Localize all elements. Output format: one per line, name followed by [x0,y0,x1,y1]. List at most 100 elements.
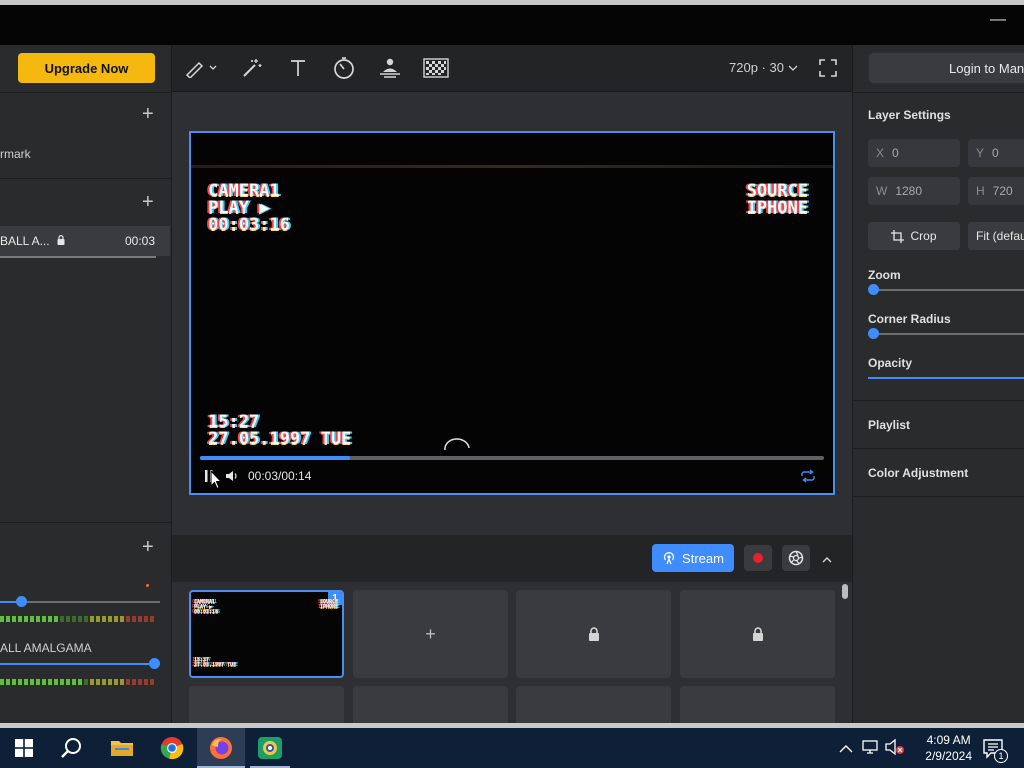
notification-center-icon[interactable]: 1 [982,738,1008,767]
opacity-slider-fill[interactable] [868,377,1024,379]
playlist-section[interactable]: Playlist [852,400,1024,448]
fit-mode-select[interactable]: Fit (default) [968,222,1024,250]
locked-scene-tile[interactable] [353,686,508,723]
add-layer-plus-icon[interactable]: + [142,104,154,124]
zoom-slider-knob[interactable] [868,284,879,295]
presenter-icon[interactable] [376,54,404,82]
meter-segment [120,679,124,685]
manycam-icon[interactable] [246,728,294,768]
meter-segment [24,616,28,622]
meter-segment [132,616,136,622]
source-list-item[interactable]: BALL A... 00:03 [0,226,170,256]
file-explorer-icon[interactable] [98,728,146,768]
pen-icon[interactable] [183,54,221,82]
locked-scene-tile[interactable] [680,590,835,678]
h-value: 720 [992,184,1013,198]
add-source-plus-icon[interactable]: + [142,192,154,212]
y-position-field[interactable]: Y 0 [968,139,1024,167]
playback-time: 00:03/00:14 [248,469,312,483]
title-bar [0,5,1024,45]
meter-segment [60,679,64,685]
meter-segment [108,679,112,685]
login-button[interactable]: Login to Manycam [869,53,1024,83]
upgrade-now-button[interactable]: Upgrade Now [18,53,155,83]
meter-segment [0,616,4,622]
chevron-up-icon[interactable] [821,552,833,570]
video-preview[interactable]: CAMERA1 PLAY ▶ 00:03:16 SOURCE IPHONE 15… [189,131,835,495]
meter-segment [78,679,82,685]
corner-radius-slider-track[interactable] [873,333,1024,335]
firefox-icon[interactable] [197,728,245,768]
divider [0,92,172,93]
meter-segment [132,679,136,685]
corner-radius-label: Corner Radius [868,312,951,326]
divider [0,522,172,523]
scene-tile-active[interactable]: 1 CAMERA1 PLAY ▶ 00:03:16 SOURCE IPHONE … [189,590,344,678]
snapshot-button[interactable] [782,545,810,571]
resolution-select[interactable]: 720p · 30 [729,60,798,75]
master-volume-knob[interactable] [16,596,27,607]
volume-icon[interactable] [225,469,240,488]
chevron-up-tray-icon[interactable] [839,741,853,759]
x-position-field[interactable]: X 0 [868,139,960,167]
add-audio-plus-icon[interactable]: + [142,537,154,557]
meter-segment [60,616,64,622]
corner-radius-slider-knob[interactable] [868,328,879,339]
record-button[interactable] [744,545,772,571]
windows-start-icon[interactable] [0,728,48,768]
locked-scene-tile[interactable] [516,686,671,723]
source-volume-knob[interactable] [149,658,160,669]
locked-scene-tile[interactable] [680,686,835,723]
color-adjustment-section[interactable]: Color Adjustment [852,448,1024,496]
add-scene-plus-icon: + [425,624,436,644]
chrome-icon[interactable] [148,728,196,768]
shutter-icon [788,550,804,566]
playback-progress-fill [200,456,350,460]
minimize-button[interactable]: — [990,12,1006,28]
timer-icon[interactable] [330,54,358,82]
vhs-scanline [191,165,833,168]
meter-segment [12,679,16,685]
meter-segment [90,679,94,685]
zoom-slider-track[interactable] [873,289,1024,291]
layer-item-label[interactable]: rmark [0,147,31,161]
fit-mode-value: Fit (default) [976,229,1024,243]
meter-segment [96,679,100,685]
fullscreen-icon[interactable] [818,58,838,83]
system-clock[interactable]: 4:09 AM 2/9/2024 [925,732,972,764]
meter-segment [138,616,142,622]
meter-segment [96,616,100,622]
meter-segment [12,616,16,622]
meter-segment [144,679,148,685]
scene-thumb-date: 15:27 27.05.1997 TUE [194,658,236,668]
meter-segment [48,616,52,622]
thumb-timecode: 00:03:16 [194,609,219,615]
meter-segment [120,616,124,622]
thumb-date-line: 27.05.1997 TUE [194,662,237,668]
text-icon[interactable] [284,54,312,82]
meter-segment [126,679,130,685]
vhs-source-info: SOURCE IPHONE [747,183,808,217]
meter-segment [114,616,118,622]
loop-icon[interactable] [800,469,816,488]
stream-button[interactable]: Stream [652,544,734,572]
search-icon[interactable] [48,728,96,768]
scene-grid-scrollbar[interactable] [842,584,848,599]
height-field[interactable]: H 720 [968,177,1024,205]
locked-scene-tile[interactable] [516,590,671,678]
crop-button[interactable]: Crop [868,222,960,250]
meter-segment [24,679,28,685]
speaker-muted-icon[interactable] [885,738,905,760]
locked-scene-tile[interactable] [189,686,344,723]
meter-segment [72,616,76,622]
mosaic-icon[interactable] [422,54,450,82]
network-icon[interactable] [862,740,880,759]
magic-wand-icon[interactable] [238,54,266,82]
meter-segment [6,679,10,685]
meter-segment [90,616,94,622]
x-label: X [876,146,885,160]
width-field[interactable]: W 1280 [868,177,960,205]
loading-spinner-icon [444,438,470,451]
add-scene-tile[interactable]: + [353,590,508,678]
meter-segment [36,679,40,685]
